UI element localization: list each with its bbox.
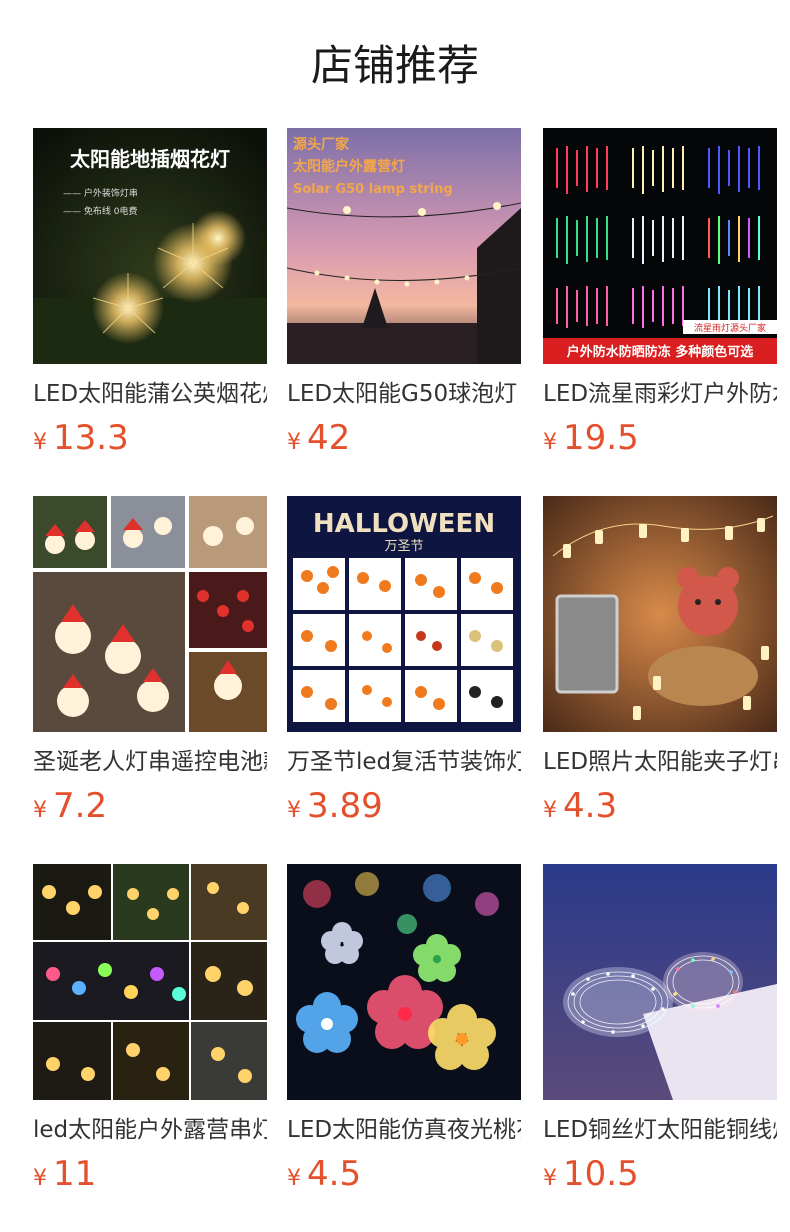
page-title: 店铺推荐 bbox=[310, 41, 479, 90]
santa-lights-image[interactable] bbox=[33, 496, 267, 732]
image-banner: 户外防水防晒防冻 多种颜色可选 bbox=[567, 344, 754, 360]
product-price: ¥13.3 bbox=[33, 416, 129, 460]
price-value: 4.3 bbox=[563, 786, 618, 826]
halloween-lights-image[interactable]: HALLOWEEN 万圣节 bbox=[287, 496, 521, 732]
product-price: ¥10.5 bbox=[543, 1152, 639, 1196]
product-price: ¥11 bbox=[33, 1152, 96, 1196]
product-card[interactable]: 圣诞老人灯串遥控电池款 ¥7.2 bbox=[33, 496, 267, 826]
product-name[interactable]: LED太阳能仿真夜光桃花灯 bbox=[287, 1112, 521, 1148]
product-card[interactable]: 太阳能地插烟花灯 —— 户外装饰灯串 —— 免布线 0电费 LED太阳能蒲公英烟… bbox=[33, 128, 267, 458]
currency-symbol: ¥ bbox=[543, 430, 557, 455]
image-caption: 太阳能户外露营灯 bbox=[293, 158, 405, 175]
image-caption: Solar G50 lamp string bbox=[293, 182, 453, 197]
price-value: 11 bbox=[53, 1154, 97, 1194]
price-value: 13.3 bbox=[53, 418, 129, 458]
image-caption: 源头厂家 bbox=[293, 136, 350, 153]
product-name[interactable]: 圣诞老人灯串遥控电池款 bbox=[33, 744, 267, 780]
product-name[interactable]: LED太阳能蒲公英烟花灯 bbox=[33, 376, 267, 412]
image-headline: HALLOWEEN bbox=[313, 509, 495, 539]
image-headline: 太阳能地插烟花灯 bbox=[70, 147, 230, 171]
product-price: ¥4.3 bbox=[543, 784, 617, 828]
solar-camping-lights-image[interactable] bbox=[33, 864, 267, 1100]
price-value: 4.5 bbox=[307, 1154, 362, 1194]
price-value: 7.2 bbox=[53, 786, 108, 826]
flower-lights-image[interactable] bbox=[287, 864, 521, 1100]
image-caption: —— 户外装饰灯串 bbox=[63, 187, 138, 199]
meteor-shower-lights-image[interactable]: 流星雨灯源头厂家 户外防水防晒防冻 多种颜色可选 bbox=[543, 128, 777, 364]
product-card[interactable]: LED铜丝灯太阳能铜线灯串 ¥10.5 bbox=[543, 864, 777, 1194]
currency-symbol: ¥ bbox=[543, 798, 557, 823]
product-price: ¥42 bbox=[287, 416, 350, 460]
product-card[interactable]: led太阳能户外露营串灯 ¥11 bbox=[33, 864, 267, 1194]
price-value: 19.5 bbox=[563, 418, 639, 458]
currency-symbol: ¥ bbox=[287, 798, 301, 823]
image-tag: 流星雨灯源头厂家 bbox=[694, 322, 766, 334]
currency-symbol: ¥ bbox=[543, 1166, 557, 1191]
currency-symbol: ¥ bbox=[33, 430, 47, 455]
image-caption: 万圣节 bbox=[384, 539, 423, 554]
copper-wire-lights-image[interactable] bbox=[543, 864, 777, 1100]
product-name[interactable]: led太阳能户外露营串灯 bbox=[33, 1112, 267, 1148]
image-caption: —— 免布线 0电费 bbox=[63, 205, 137, 217]
price-value: 3.89 bbox=[307, 786, 383, 826]
currency-symbol: ¥ bbox=[287, 430, 301, 455]
currency-symbol: ¥ bbox=[33, 1166, 47, 1191]
product-price: ¥3.89 bbox=[287, 784, 383, 828]
price-value: 10.5 bbox=[563, 1154, 639, 1194]
bulb-string-image[interactable]: 源头厂家 太阳能户外露营灯 Solar G50 lamp string bbox=[287, 128, 521, 364]
currency-symbol: ¥ bbox=[287, 1166, 301, 1191]
product-card[interactable]: 源头厂家 太阳能户外露营灯 Solar G50 lamp string LED太… bbox=[287, 128, 521, 458]
product-name[interactable]: LED太阳能G50球泡灯 bbox=[287, 376, 521, 412]
product-name[interactable]: LED铜丝灯太阳能铜线灯串 bbox=[543, 1112, 777, 1148]
product-name[interactable]: LED流星雨彩灯户外防水 bbox=[543, 376, 777, 412]
product-card[interactable]: HALLOWEEN 万圣节 万圣节led复活节装饰灯 ¥ 3.89 bbox=[287, 496, 521, 826]
price-value: 42 bbox=[307, 418, 351, 458]
product-price: ¥4.5 bbox=[287, 1152, 361, 1196]
product-price: ¥7.2 bbox=[33, 784, 107, 828]
firework-lamp-image[interactable]: 太阳能地插烟花灯 —— 户外装饰灯串 —— 免布线 0电费 bbox=[33, 128, 267, 364]
currency-symbol: ¥ bbox=[33, 798, 47, 823]
product-name[interactable]: 万圣节led复活节装饰灯串 bbox=[287, 744, 521, 780]
product-card[interactable]: 流星雨灯源头厂家 户外防水防晒防冻 多种颜色可选 LED流星雨彩灯户外防水 ¥1… bbox=[543, 128, 777, 458]
photo-clip-lights-image[interactable] bbox=[543, 496, 777, 732]
product-card[interactable]: LED照片太阳能夹子灯串 ¥4.3 bbox=[543, 496, 777, 826]
product-price: ¥19.5 bbox=[543, 416, 639, 460]
product-card[interactable]: LED太阳能仿真夜光桃花灯 ¥4.5 bbox=[287, 864, 521, 1194]
product-name[interactable]: LED照片太阳能夹子灯串 bbox=[543, 744, 777, 780]
